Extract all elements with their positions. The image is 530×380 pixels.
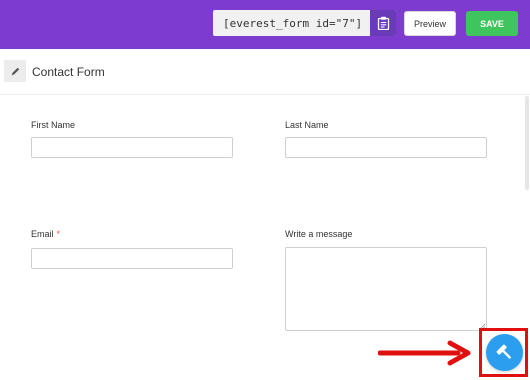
message-label: Write a message <box>285 229 353 239</box>
clipboard-icon <box>377 16 389 30</box>
email-label-text: Email <box>31 229 54 239</box>
form-header: Contact Form <box>0 49 530 95</box>
required-mark: * <box>56 229 61 239</box>
preview-button[interactable]: Preview <box>404 11 456 36</box>
hammer-icon <box>496 344 511 359</box>
email-input[interactable] <box>31 248 233 269</box>
message-textarea[interactable] <box>285 247 487 331</box>
last-name-label: Last Name <box>285 120 329 130</box>
first-name-label: First Name <box>31 120 76 130</box>
last-name-input[interactable] <box>285 137 487 158</box>
top-toolbar: [everest_form id="7"] Preview SAVE <box>0 0 530 49</box>
form-title: Contact Form <box>32 65 105 79</box>
scrollbar[interactable] <box>525 96 529 190</box>
save-button[interactable]: SAVE <box>466 11 518 36</box>
form-builder-fab-button[interactable] <box>486 334 523 371</box>
shortcode-field[interactable]: [everest_form id="7"] <box>213 10 396 36</box>
shortcode-text[interactable]: [everest_form id="7"] <box>213 17 371 30</box>
edit-form-title-button[interactable] <box>4 60 26 82</box>
email-label: Email * <box>31 229 60 239</box>
copy-shortcode-button[interactable] <box>370 10 396 36</box>
pencil-icon <box>11 67 19 75</box>
red-arrow-annotation <box>378 340 471 366</box>
first-name-input[interactable] <box>31 137 233 158</box>
